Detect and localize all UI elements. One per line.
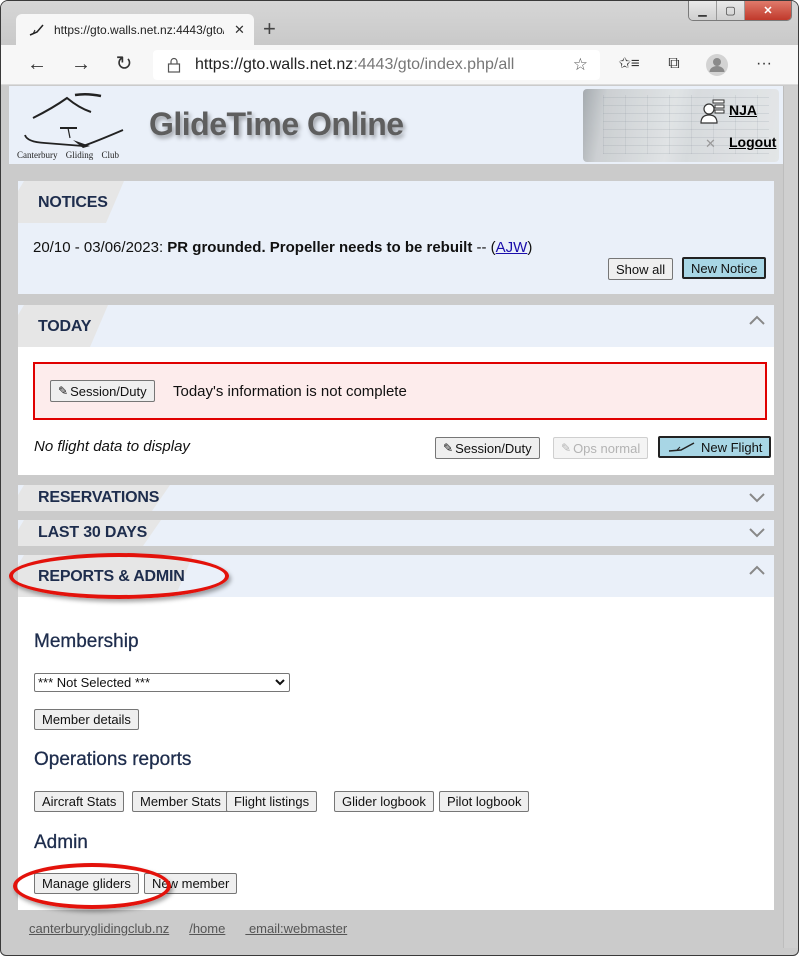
reservations-panel: RESERVATIONS <box>18 485 774 511</box>
glider-favicon-icon <box>29 24 44 36</box>
chevron-down-icon[interactable] <box>748 526 766 540</box>
minimize-button[interactable]: ▁ <box>689 1 717 20</box>
notice-date: 20/10 - 03/06/2023: <box>33 239 164 256</box>
reports-admin-title: REPORTS & ADMIN <box>38 568 185 585</box>
admin-heading: Admin <box>34 832 88 853</box>
notice-message: PR grounded. Propeller needs to be rebui… <box>167 239 473 256</box>
logo-text: Canterbury Gliding Club <box>17 150 119 160</box>
glider-icon <box>668 442 695 452</box>
last-30-days-panel: LAST 30 DAYS <box>18 520 774 546</box>
pilot-logbook-button[interactable]: Pilot logbook <box>439 791 530 812</box>
site-header: Canterbury Gliding Club GlideTime Online… <box>9 86 783 164</box>
close-tab-icon[interactable]: ✕ <box>234 22 245 38</box>
tab-bar: https://gto.walls.net.nz:4443/gto/index.… <box>1 1 798 46</box>
footer-link-home[interactable]: /home <box>189 921 225 936</box>
reservations-header[interactable]: RESERVATIONS <box>18 485 774 511</box>
forward-button[interactable]: → <box>69 53 93 77</box>
today-header[interactable]: TODAY <box>18 305 774 347</box>
show-all-button[interactable]: Show all <box>608 258 674 280</box>
glider-logo-icon <box>24 92 124 148</box>
user-link[interactable]: NJA <box>729 102 757 118</box>
notice-item: 20/10 - 03/06/2023: PR grounded. Propell… <box>33 239 533 256</box>
chevron-up-icon[interactable] <box>748 563 766 577</box>
today-title: TODAY <box>38 318 92 335</box>
more-menu-button[interactable]: ··· <box>752 53 776 77</box>
profile-avatar[interactable] <box>705 53 729 77</box>
member-stats-button[interactable]: Member Stats <box>132 791 229 812</box>
favorites-icon[interactable]: ✩≡ <box>617 53 641 77</box>
aircraft-stats-button[interactable]: Aircraft Stats <box>34 791 125 812</box>
reload-button[interactable]: ↻ <box>112 53 136 77</box>
new-tab-button[interactable]: + <box>263 17 276 41</box>
page-content: Canterbury Gliding Club GlideTime Online… <box>9 86 783 948</box>
address-bar[interactable]: https://gto.walls.net.nz:4443/gto/index.… <box>153 50 600 80</box>
last-30-days-title: LAST 30 DAYS <box>38 524 148 541</box>
chevron-down-icon[interactable] <box>748 491 766 505</box>
reservations-title: RESERVATIONS <box>38 489 160 506</box>
notices-header[interactable]: NOTICES <box>18 181 774 223</box>
close-window-button[interactable]: ✕ <box>745 1 791 20</box>
new-flight-button[interactable]: New Flight <box>658 436 772 458</box>
dropdown-caret-icon <box>275 679 285 686</box>
tab-title: https://gto.walls.net.nz:4443/gto/index.… <box>54 23 224 37</box>
footer-link-club-site[interactable]: canterburyglidingclub.nz <box>29 921 169 936</box>
operations-reports-heading: Operations reports <box>34 749 192 770</box>
manage-gliders-button[interactable]: Manage gliders <box>34 873 139 894</box>
page-scrollbar[interactable] <box>783 86 798 948</box>
today-panel: TODAY ✎ Session/Duty Today's information … <box>18 305 774 475</box>
navigation-bar: ← → ↻ https://gto.walls.net.nz:4443/gto/… <box>1 45 798 85</box>
notices-panel: NOTICES 20/10 - 03/06/2023: PR grounded.… <box>18 181 774 294</box>
member-details-button[interactable]: Member details <box>34 709 139 730</box>
notices-title: NOTICES <box>38 194 108 211</box>
alert-text: Today's information is not complete <box>173 383 407 400</box>
window-controls: ▁ ▢ ✕ <box>688 1 792 21</box>
browser-window: https://gto.walls.net.nz:4443/gto/index.… <box>0 0 799 956</box>
alert-session-duty-button[interactable]: ✎ Session/Duty <box>50 380 155 402</box>
collections-icon[interactable]: ⧉ <box>662 53 686 77</box>
ops-normal-button: ✎ Ops normal <box>553 437 649 459</box>
reports-admin-panel: REPORTS & ADMIN Membership *** Not Selec… <box>18 555 774 910</box>
user-profile-icon <box>700 99 725 124</box>
pencil-icon: ✎ <box>443 441 454 455</box>
browser-tab[interactable]: https://gto.walls.net.nz:4443/gto/index.… <box>16 14 254 46</box>
logout-link[interactable]: Logout <box>729 134 776 150</box>
membership-heading: Membership <box>34 631 139 652</box>
footer-links: canterburyglidingclub.nz /home email:web… <box>29 921 347 936</box>
maximize-button[interactable]: ▢ <box>717 1 745 20</box>
new-member-button[interactable]: New member <box>144 873 238 894</box>
site-title: GlideTime Online <box>149 106 404 142</box>
pencil-icon: ✎ <box>561 441 572 455</box>
logbook-image <box>583 89 779 162</box>
logout-x-icon: ✕ <box>705 136 716 151</box>
url-text: https://gto.walls.net.nz:4443/gto/index.… <box>195 56 515 73</box>
notice-author-link[interactable]: AJW <box>496 239 528 256</box>
reports-admin-header[interactable]: REPORTS & ADMIN <box>18 555 774 597</box>
footer-link-email[interactable]: email:webmaster <box>245 921 347 936</box>
member-select[interactable]: *** Not Selected *** <box>34 673 290 692</box>
chevron-up-icon[interactable] <box>748 313 766 327</box>
back-button[interactable]: ← <box>25 53 49 77</box>
add-favorite-icon[interactable]: ☆ <box>573 55 588 75</box>
flight-listings-button[interactable]: Flight listings <box>226 791 318 812</box>
no-flight-data-text: No flight data to display <box>34 438 190 455</box>
session-duty-button[interactable]: ✎ Session/Duty <box>435 437 540 459</box>
new-notice-button[interactable]: New Notice <box>682 257 767 279</box>
incomplete-info-alert: ✎ Session/Duty Today's information is not… <box>33 362 767 420</box>
glider-logbook-button[interactable]: Glider logbook <box>334 791 434 812</box>
last-30-days-header[interactable]: LAST 30 DAYS <box>18 520 774 546</box>
club-logo: Canterbury Gliding Club <box>15 90 125 164</box>
pencil-icon: ✎ <box>58 384 69 398</box>
lock-icon <box>167 57 181 73</box>
